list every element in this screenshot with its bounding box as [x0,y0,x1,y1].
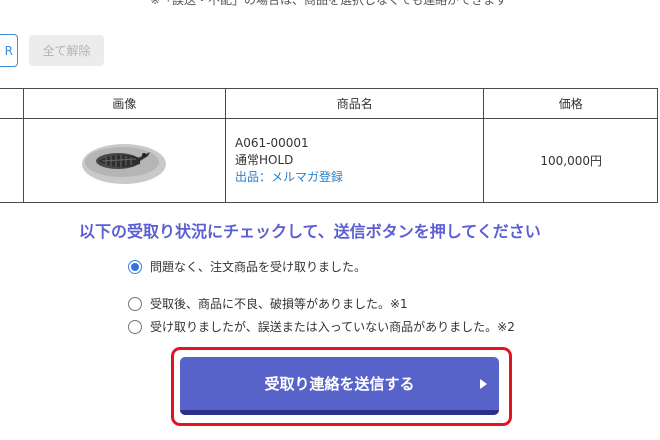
trilobite-fossil-photo [82,144,167,184]
table-header-row: 画像 商品名 価格 [0,88,658,119]
instruction-heading: 以下の受取り状況にチェックして、送信ボタンを押してください [79,222,541,241]
table-header-name: 商品名 [225,88,485,119]
product-code: A061-00001 [235,136,309,150]
option-defective[interactable]: 受取後、商品に不良、破損等がありました。※1 [128,295,408,312]
submit-label: 受取り連絡を送信する [264,375,415,393]
product-status: 通常HOLD [235,153,294,167]
option-label: 受け取りましたが、誤送または入っていない商品がありました。※2 [150,320,515,334]
product-name-cell: A061-00001 通常HOLD 出品：メルマガ登録 [225,118,485,203]
table-header-price: 価格 [483,88,658,119]
submit-button[interactable]: 受取り連絡を送信する [180,357,499,415]
table-row: A061-00001 通常HOLD 出品：メルマガ登録 100,000円 [0,118,658,203]
radio-button[interactable] [128,319,142,334]
option-label: 受取後、商品に不良、破損等がありました。※1 [150,297,408,311]
option-wrong-item[interactable]: 受け取りましたが、誤送または入っていない商品がありました。※2 [128,318,515,335]
product-image-cell [22,118,227,203]
listing-link[interactable]: 出品：メルマガ登録 [235,169,483,186]
items-table: 画像 商品名 価格 A061-00001 通常HOLD 出品：メルマガ登録 10… [0,88,658,203]
product-price: 100,000円 [483,118,658,203]
option-label: 問題なく、注文商品を受け取りました。 [150,260,367,274]
radio-button[interactable] [128,259,142,274]
table-header-image: 画像 [22,88,227,119]
clear-all-button[interactable]: 全て解除 [29,35,104,66]
table-header-checkbox [0,88,24,119]
row-select-cell[interactable] [0,118,24,203]
triangle-right-icon [480,378,487,389]
top-note: ※「誤送・不配」の場合は、商品を選択しなくても連絡ができます [150,0,508,7]
radio-button[interactable] [128,296,142,311]
select-all-button[interactable]: R [0,34,18,67]
option-received-ok[interactable]: 問題なく、注文商品を受け取りました。 [128,258,366,275]
